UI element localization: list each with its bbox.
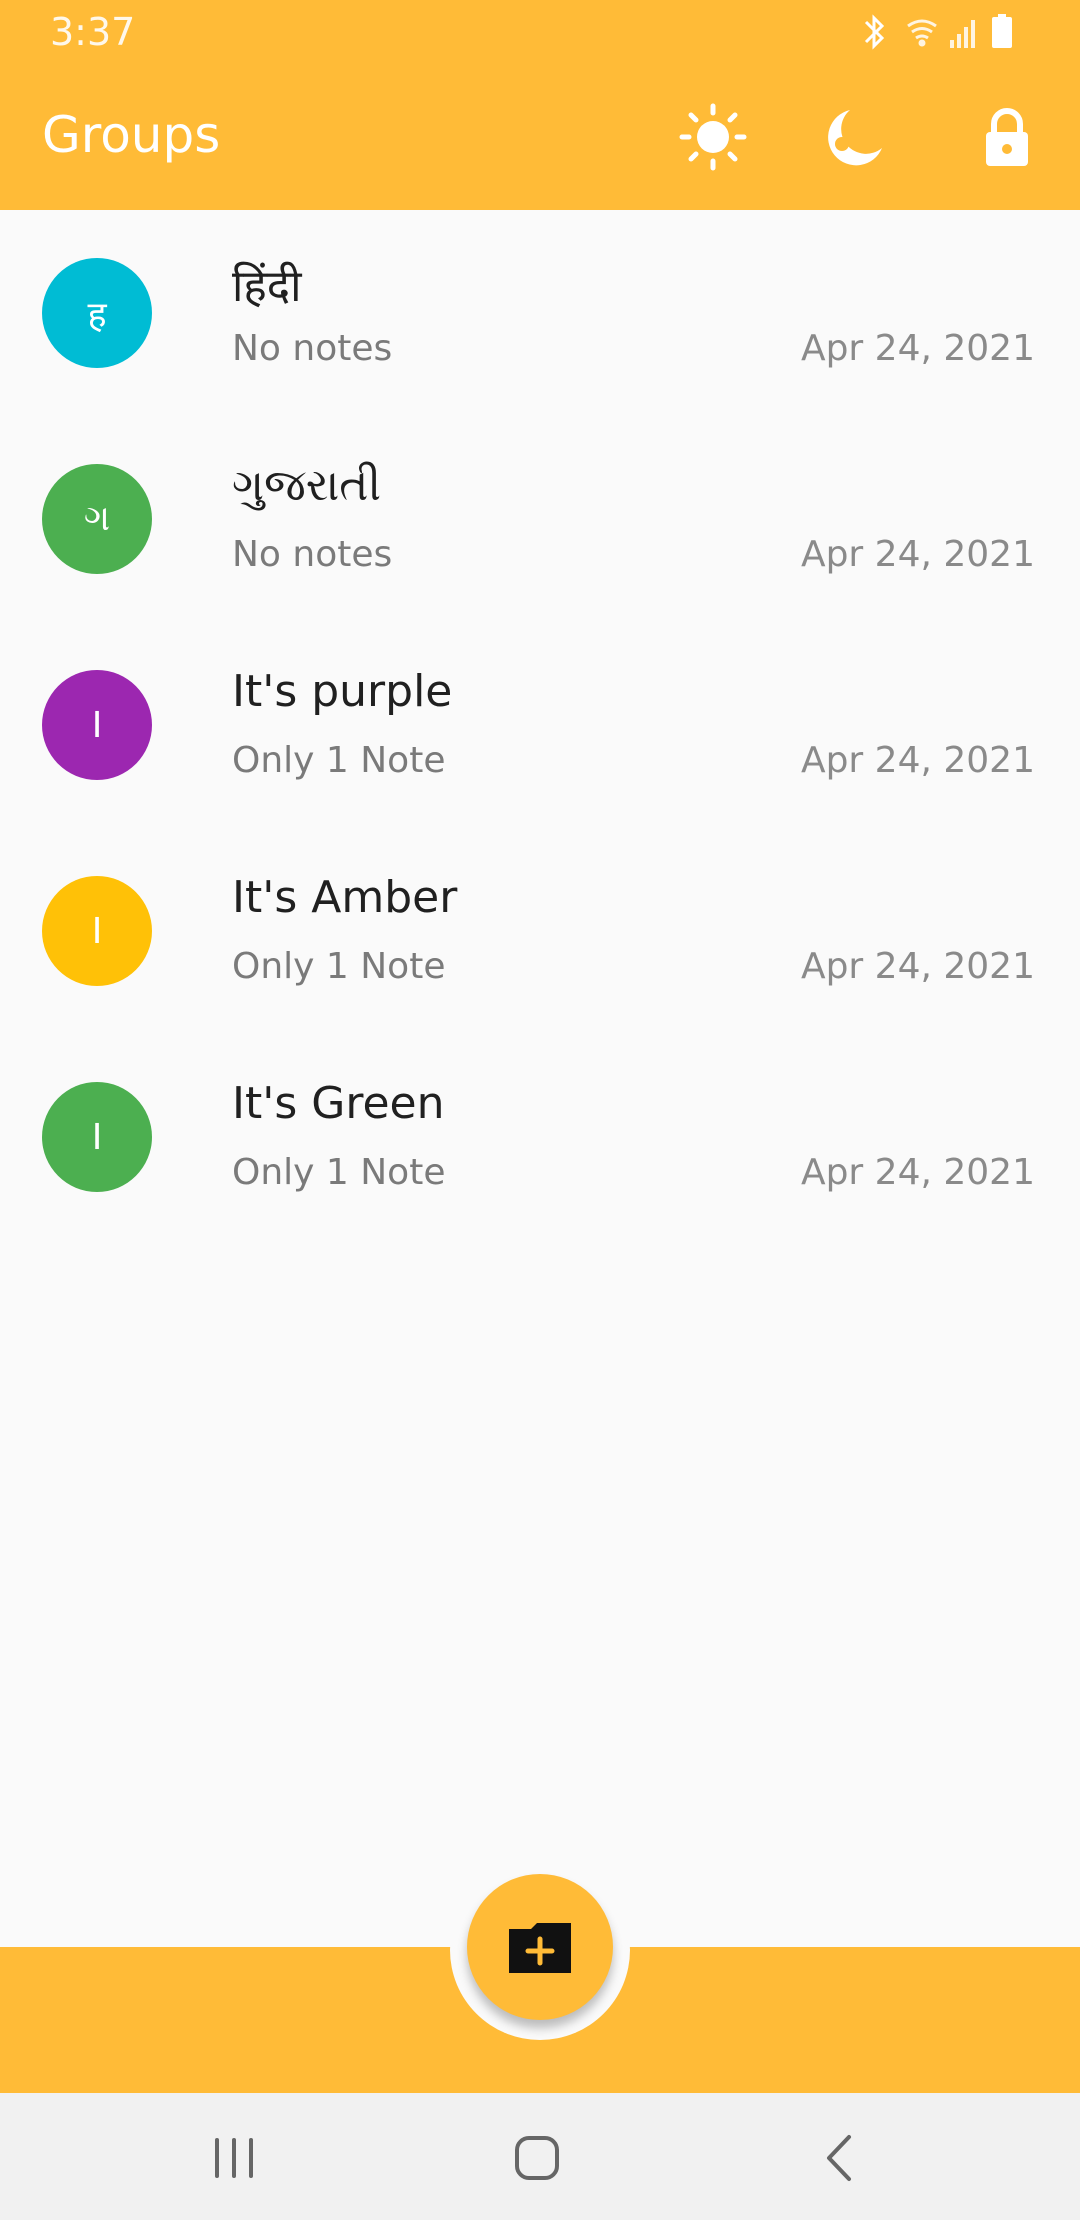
group-note-count: Only 1 Note <box>232 740 446 781</box>
add-folder-icon <box>509 1923 571 1973</box>
group-date: Apr 24, 2021 <box>800 946 1035 987</box>
avatar: I <box>42 670 152 780</box>
group-note-count: Only 1 Note <box>232 946 446 987</box>
status-icons <box>864 14 1012 50</box>
bluetooth-icon <box>864 14 885 50</box>
group-date: Apr 24, 2021 <box>800 328 1035 369</box>
list-item[interactable]: ह हिंदी No notes Apr 24, 2021 <box>0 210 1080 416</box>
group-note-count: No notes <box>232 534 393 575</box>
page-title: Groups <box>42 106 221 164</box>
list-item[interactable]: ગ ગુજરાતી No notes Apr 24, 2021 <box>0 416 1080 622</box>
status-bar: 3:37 <box>0 0 1080 64</box>
wifi-icon <box>907 19 937 47</box>
avatar: I <box>42 876 152 986</box>
avatar: I <box>42 1082 152 1192</box>
battery-icon <box>992 14 1012 48</box>
avatar: ह <box>42 258 152 368</box>
signal-icon <box>950 20 975 48</box>
app-bar: Groups <box>0 64 1080 210</box>
group-title: It's purple <box>232 666 453 717</box>
lock-icon[interactable] <box>972 102 1042 172</box>
group-note-count: Only 1 Note <box>232 1152 446 1193</box>
group-date: Apr 24, 2021 <box>800 534 1035 575</box>
recents-icon[interactable] <box>199 2123 269 2193</box>
group-title: हिंदी <box>232 261 302 312</box>
list-item[interactable]: I It's Amber Only 1 Note Apr 24, 2021 <box>0 828 1080 1034</box>
back-icon[interactable] <box>805 2123 875 2193</box>
system-nav-bar <box>0 2093 1080 2220</box>
group-title: It's Green <box>232 1078 445 1129</box>
group-list: ह हिंदी No notes Apr 24, 2021 ગ ગુજરાતી … <box>0 210 1080 1240</box>
group-date: Apr 24, 2021 <box>800 1152 1035 1193</box>
group-note-count: No notes <box>232 328 393 369</box>
list-item[interactable]: I It's Green Only 1 Note Apr 24, 2021 <box>0 1034 1080 1240</box>
add-group-button[interactable] <box>467 1874 613 2020</box>
group-title: ગુજરાતી <box>232 460 382 511</box>
light-theme-icon[interactable] <box>678 102 748 172</box>
dark-theme-icon[interactable] <box>820 102 890 172</box>
status-time: 3:37 <box>50 10 136 54</box>
list-item[interactable]: I It's purple Only 1 Note Apr 24, 2021 <box>0 622 1080 828</box>
avatar: ગ <box>42 464 152 574</box>
group-date: Apr 24, 2021 <box>800 740 1035 781</box>
group-title: It's Amber <box>232 872 458 923</box>
home-icon[interactable] <box>502 2123 572 2193</box>
